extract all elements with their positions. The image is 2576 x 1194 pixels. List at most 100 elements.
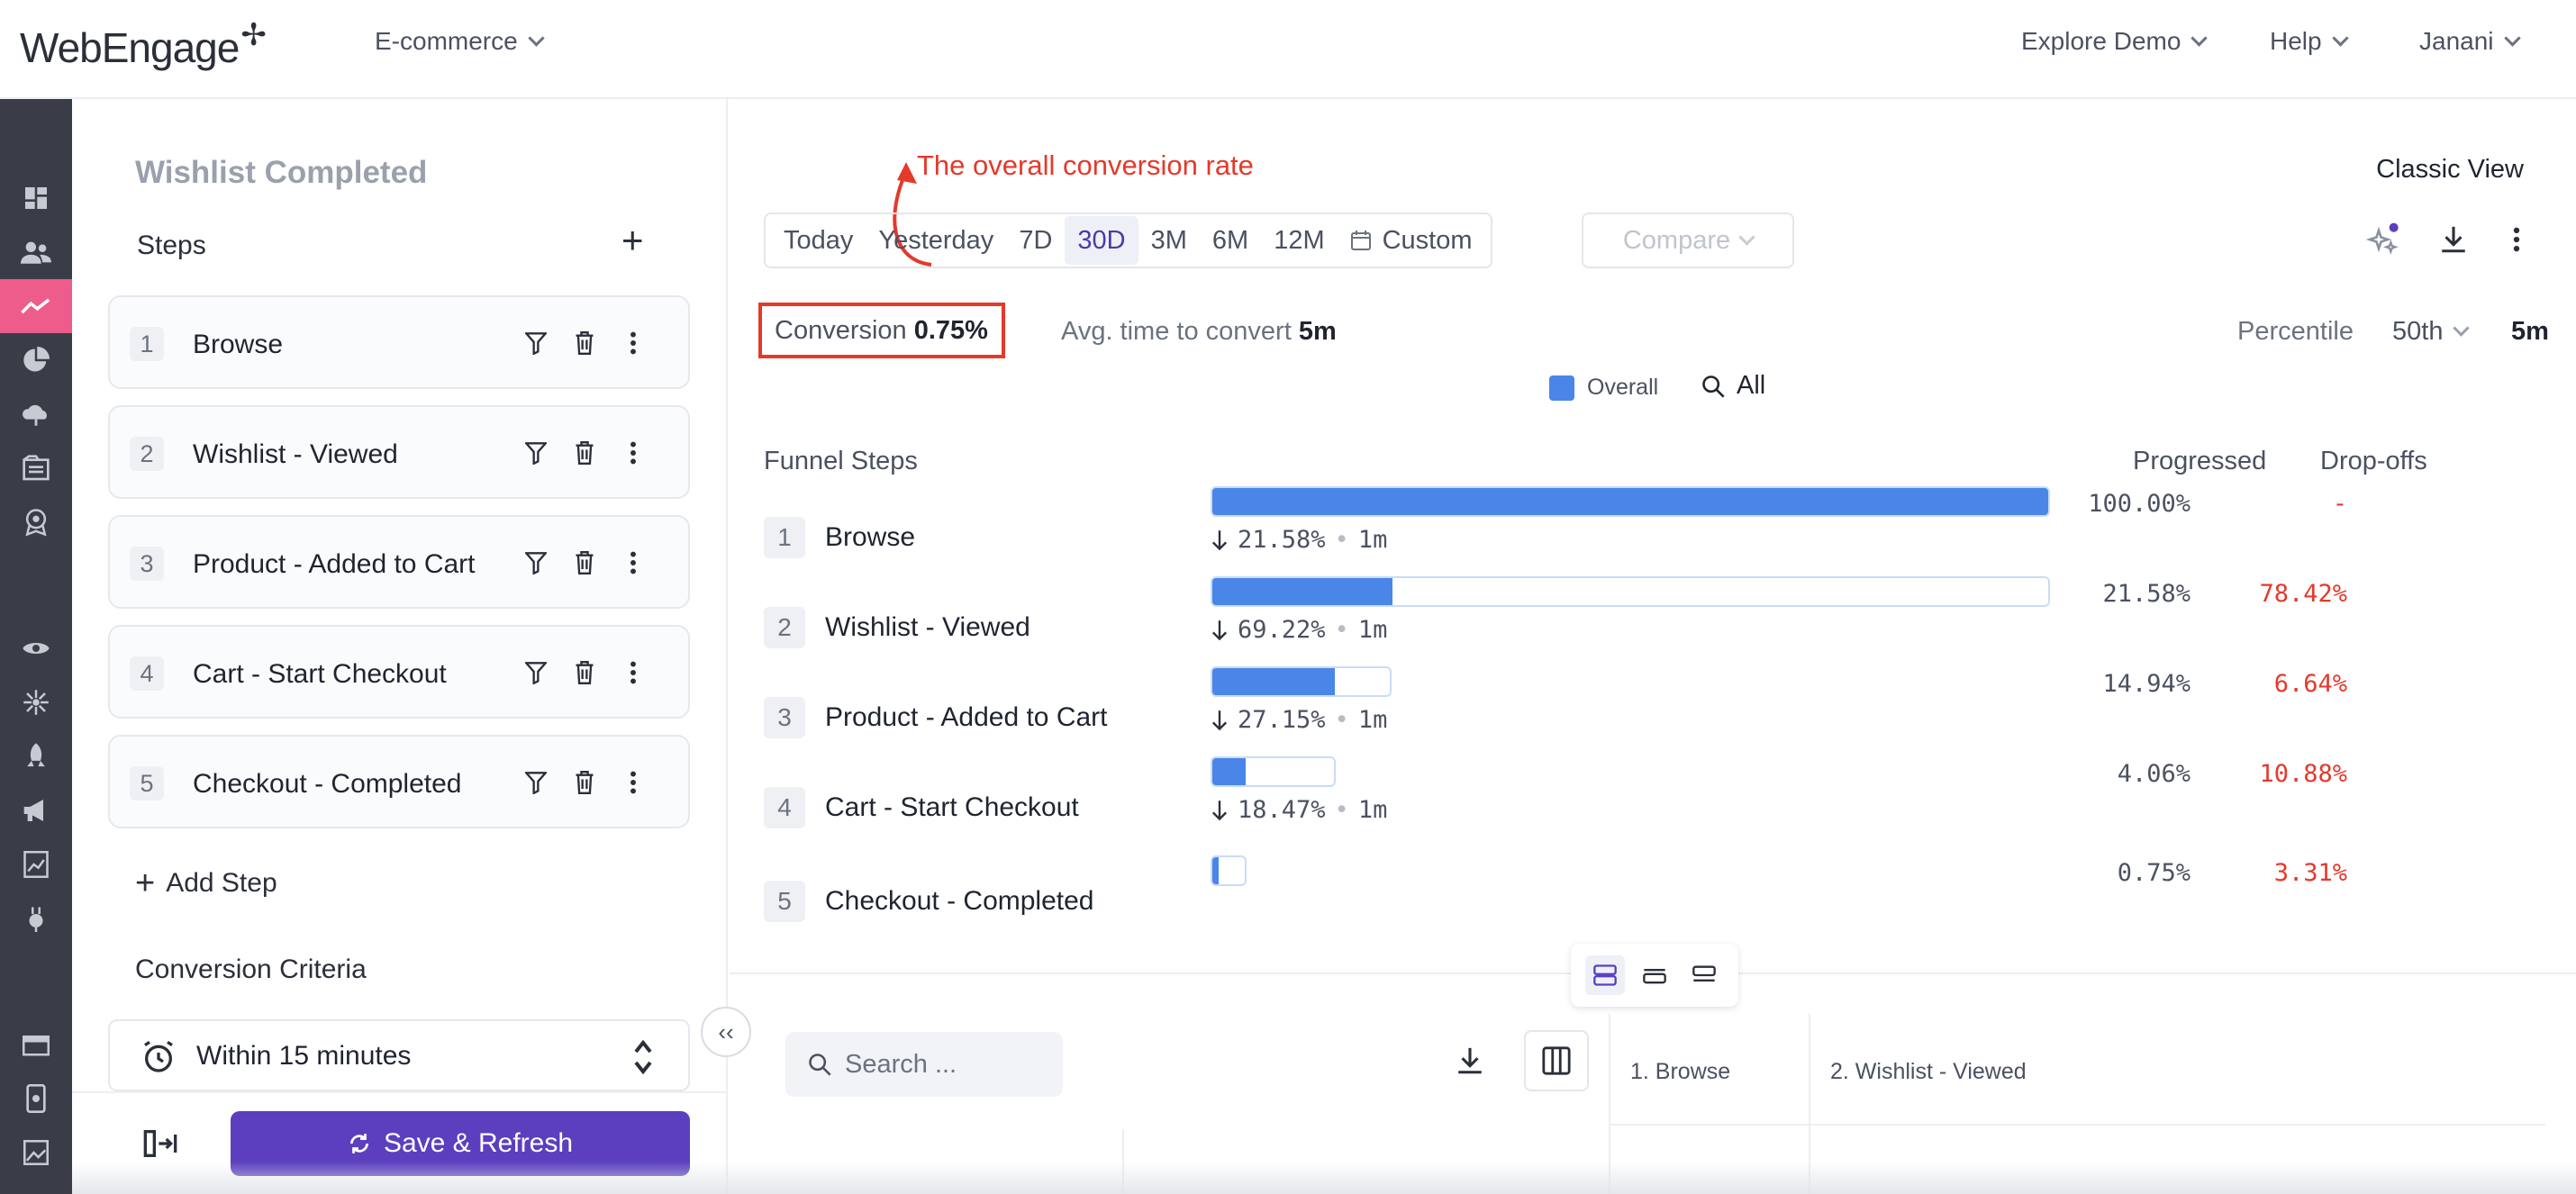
download-icon[interactable]	[2434, 220, 2473, 259]
pie-chart-icon[interactable]	[0, 333, 72, 387]
filter-icon[interactable]	[522, 438, 549, 468]
explore-demo-dropdown[interactable]: Explore Demo	[2021, 27, 2209, 56]
percentile-label: Percentile	[2237, 317, 2354, 346]
collapse-panel-icon[interactable]	[142, 1126, 178, 1162]
progressed-value: 4.06%	[2117, 760, 2191, 788]
compare-dropdown[interactable]: Compare	[1582, 213, 1794, 268]
date-option-custom[interactable]: Custom	[1338, 216, 1485, 265]
funnel-bar-track[interactable]	[1211, 855, 1247, 886]
image-icon[interactable]	[0, 1126, 72, 1180]
delete-icon[interactable]	[571, 767, 598, 798]
hub-icon[interactable]	[0, 675, 72, 729]
date-option-7d[interactable]: 7D	[1006, 216, 1065, 265]
dropoff-value: 78.42%	[2259, 580, 2347, 608]
more-options-icon[interactable]	[620, 438, 647, 468]
step-card[interactable]: 1 Browse	[108, 295, 690, 389]
date-option-30d[interactable]: 30D	[1065, 216, 1138, 265]
funnel-bar-track[interactable]	[1211, 576, 2050, 607]
add-step-button[interactable]: + Add Step	[135, 866, 277, 900]
percentile-dropdown[interactable]: 50th	[2392, 317, 2471, 347]
date-option-yesterday[interactable]: Yesterday	[866, 216, 1006, 265]
rocket-icon[interactable]	[0, 729, 72, 783]
funnel-step-name: Wishlist - Viewed	[825, 612, 1030, 642]
conversion-criteria-label: Conversion Criteria	[135, 954, 367, 984]
more-options-icon[interactable]	[620, 328, 647, 358]
users-icon[interactable]	[0, 225, 72, 279]
delete-icon[interactable]	[571, 547, 598, 578]
cloud-icon[interactable]	[0, 387, 72, 441]
delete-icon[interactable]	[571, 657, 598, 688]
mobile-icon[interactable]	[0, 1072, 72, 1126]
arrow-down-icon	[1211, 710, 1228, 730]
search-icon	[809, 1054, 831, 1076]
more-options-icon[interactable]	[620, 657, 647, 688]
filter-icon[interactable]	[522, 547, 549, 578]
filter-icon[interactable]	[522, 767, 549, 798]
step-drop-percent: 21.58%	[1238, 526, 1326, 554]
legend-overall-label: Overall	[1587, 375, 1659, 400]
help-dropdown[interactable]: Help	[2270, 27, 2349, 56]
view-medium-icon[interactable]	[1635, 955, 1674, 995]
date-option-3m[interactable]: 3M	[1138, 216, 1200, 265]
view-compact-icon[interactable]	[1684, 955, 1724, 995]
plug-icon[interactable]	[0, 891, 72, 945]
step-time: 1m	[1357, 796, 1388, 824]
step-time: 1m	[1357, 706, 1388, 734]
view-expanded-icon[interactable]	[1584, 955, 1625, 995]
columns-toggle-icon[interactable]	[1524, 1030, 1589, 1091]
dashboard-icon[interactable]	[0, 171, 72, 225]
report-icon[interactable]	[0, 837, 72, 891]
progressed-value: 21.58%	[2102, 580, 2191, 608]
project-dropdown[interactable]: E-commerce	[375, 27, 545, 56]
badge-icon[interactable]	[0, 495, 72, 549]
project-label: E-commerce	[375, 27, 518, 55]
step-card[interactable]: 4 Cart - Start Checkout	[108, 625, 690, 719]
more-options-icon[interactable]	[620, 767, 647, 798]
table-search[interactable]	[785, 1032, 1063, 1097]
eye-icon[interactable]	[0, 621, 72, 675]
segment-filter-all[interactable]: All	[1701, 371, 1765, 401]
catalog-icon[interactable]	[0, 441, 72, 495]
step-card[interactable]: 5 Checkout - Completed	[108, 735, 690, 828]
legend-overall[interactable]: Overall	[1549, 375, 1658, 401]
progressed-header: Progressed	[2133, 447, 2267, 475]
delete-icon[interactable]	[571, 438, 598, 468]
delete-icon[interactable]	[571, 328, 598, 358]
funnel-bar-track[interactable]	[1211, 666, 1392, 697]
more-options-icon[interactable]	[620, 547, 647, 578]
megaphone-icon[interactable]	[0, 783, 72, 837]
date-option-6m[interactable]: 6M	[1200, 216, 1261, 265]
more-options-icon[interactable]	[2497, 220, 2536, 259]
funnel-step-number: 2	[764, 607, 805, 648]
filter-icon[interactable]	[522, 328, 549, 358]
filter-icon[interactable]	[522, 657, 549, 688]
date-option-12m[interactable]: 12M	[1261, 216, 1337, 265]
analytics-icon[interactable]	[0, 279, 72, 333]
funnel-bar-track[interactable]	[1211, 486, 2050, 517]
step-drop-percent: 27.15%	[1238, 706, 1326, 734]
conversion-criteria-select[interactable]: Within 15 minutes	[108, 1019, 690, 1091]
date-option-today[interactable]: Today	[771, 216, 866, 265]
funnel-bar-track[interactable]	[1211, 756, 1337, 787]
classic-view-link[interactable]: Classic View	[2376, 155, 2524, 185]
step-drop-percent: 18.47%	[1238, 796, 1326, 824]
progressed-value: 14.94%	[2102, 670, 2191, 698]
arrow-down-icon	[1211, 800, 1228, 820]
user-dropdown[interactable]: Janani	[2419, 27, 2521, 56]
logo-text: WebEngage	[20, 24, 240, 71]
bird-logo-icon: ✢	[240, 18, 266, 52]
step-name: Browse	[193, 330, 284, 359]
inbox-icon[interactable]	[0, 1018, 72, 1072]
progressed-value: 0.75%	[2117, 859, 2191, 887]
step-card[interactable]: 3 Product - Added to Cart	[108, 515, 690, 609]
arrow-down-icon	[1211, 529, 1228, 550]
criteria-value: Within 15 minutes	[196, 1041, 412, 1071]
step-card[interactable]: 2 Wishlist - Viewed	[108, 405, 690, 499]
funnel-step-name: Browse	[825, 522, 916, 552]
webengage-logo[interactable]: WebEngage ✢	[20, 16, 267, 79]
separator-dot: •	[1334, 706, 1349, 734]
add-step-plus-button[interactable]: +	[621, 222, 644, 259]
table-download-icon[interactable]	[1450, 1041, 1490, 1081]
ai-sparkle-icon[interactable]	[2363, 220, 2403, 259]
search-input[interactable]	[845, 1049, 1043, 1080]
